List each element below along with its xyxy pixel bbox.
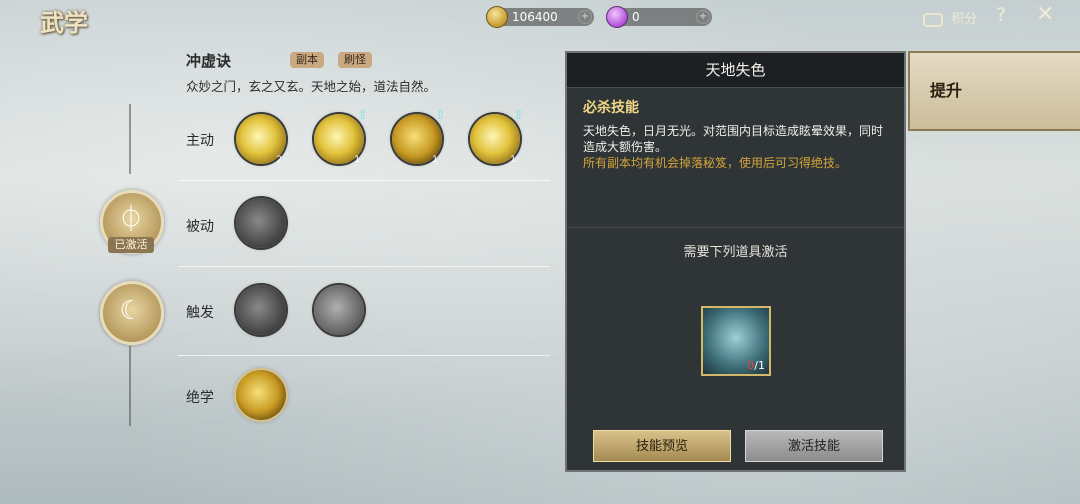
rail-line: [129, 104, 131, 174]
coin-icon: [486, 6, 508, 28]
sword-icon: ⏀: [117, 205, 144, 235]
skill-level: 1: [354, 155, 360, 165]
activated-badge: 已激活: [108, 237, 154, 253]
score-icon: [923, 12, 943, 27]
skill-tree-node[interactable]: ☾: [100, 281, 164, 345]
active-skill-icon[interactable]: ⇧ 1: [392, 108, 446, 165]
rail-line: [129, 346, 131, 426]
skill-detail-panel: 天地失色 必杀技能 天地失色，日月无光。对范围内目标造成眩晕效果，同时造成大额伤…: [565, 51, 906, 472]
divider: [567, 227, 904, 228]
drop-note: 所有副本均有机会掉落秘笈，使用后可习得绝技。: [583, 156, 848, 170]
divider: [178, 355, 550, 356]
row-label-trigger: 触发: [186, 305, 214, 321]
upgrade-arrow-icon: ⇧: [435, 108, 446, 123]
skill-level: 1: [510, 155, 516, 165]
skill-effect: 天地失色，日月无光。对范围内目标造成眩晕效果，同时造成大额伤害。: [583, 124, 884, 154]
activate-skill-button[interactable]: 激活技能: [745, 430, 883, 462]
divider: [178, 180, 550, 181]
skill-description: 众妙之门，玄之又玄。天地之始，道法自然。: [186, 79, 437, 94]
item-quantity: 0/1: [747, 359, 765, 372]
coin-counter: 106400 +: [486, 6, 594, 28]
add-gems-button[interactable]: +: [696, 10, 710, 24]
score-label: 积分: [951, 12, 978, 27]
tab-upgrade[interactable]: 提升: [908, 51, 1080, 131]
active-skill-icon[interactable]: ⇧ 1: [314, 108, 368, 165]
skill-name: 冲虚诀: [186, 52, 232, 70]
crescent-icon: ☾: [119, 296, 143, 326]
row-label-ultimate: 绝学: [186, 390, 214, 406]
gem-value: 0: [632, 10, 640, 24]
gem-icon: [606, 6, 628, 28]
item-required: /1: [754, 359, 765, 372]
row-label-active: 主动: [186, 133, 214, 149]
score-button[interactable]: 积分: [923, 8, 977, 27]
ultimate-skill-icon[interactable]: [236, 370, 286, 420]
tab-upgrade-label: 提升: [930, 81, 963, 100]
close-icon[interactable]: ✕: [1036, 2, 1054, 27]
divider: [178, 266, 550, 267]
skill-type: 必杀技能: [583, 100, 639, 116]
upgrade-arrow-icon: ⇧: [513, 108, 524, 123]
panel-title: 天地失色: [567, 53, 904, 88]
skill-level: 2: [276, 155, 282, 165]
passive-skill-icon[interactable]: [236, 198, 286, 248]
active-skill-icon[interactable]: ⇧ 1: [470, 108, 524, 165]
coin-value: 106400: [512, 10, 558, 24]
skill-preview-button[interactable]: 技能预览: [593, 430, 731, 462]
gem-counter: 0 +: [606, 6, 712, 28]
tag-farming: 刷怪: [338, 52, 372, 68]
tag-dungeon: 副本: [290, 52, 324, 68]
upgrade-arrow-icon: ⇧: [357, 108, 368, 123]
page-title: 武学: [40, 8, 88, 37]
required-item-slot[interactable]: 0/1: [701, 306, 771, 376]
top-bar: 武学 106400 + 0 + 积分 ? ✕: [0, 0, 1080, 37]
skill-level: 1: [432, 155, 438, 165]
row-label-passive: 被动: [186, 219, 214, 235]
help-icon[interactable]: ?: [996, 4, 1006, 26]
trigger-skill-icon[interactable]: [314, 285, 364, 335]
add-coins-button[interactable]: +: [578, 10, 592, 24]
trigger-skill-icon[interactable]: [236, 285, 286, 335]
active-skill-icon[interactable]: 2: [236, 114, 286, 165]
requirement-text: 需要下列道具激活: [683, 245, 788, 260]
